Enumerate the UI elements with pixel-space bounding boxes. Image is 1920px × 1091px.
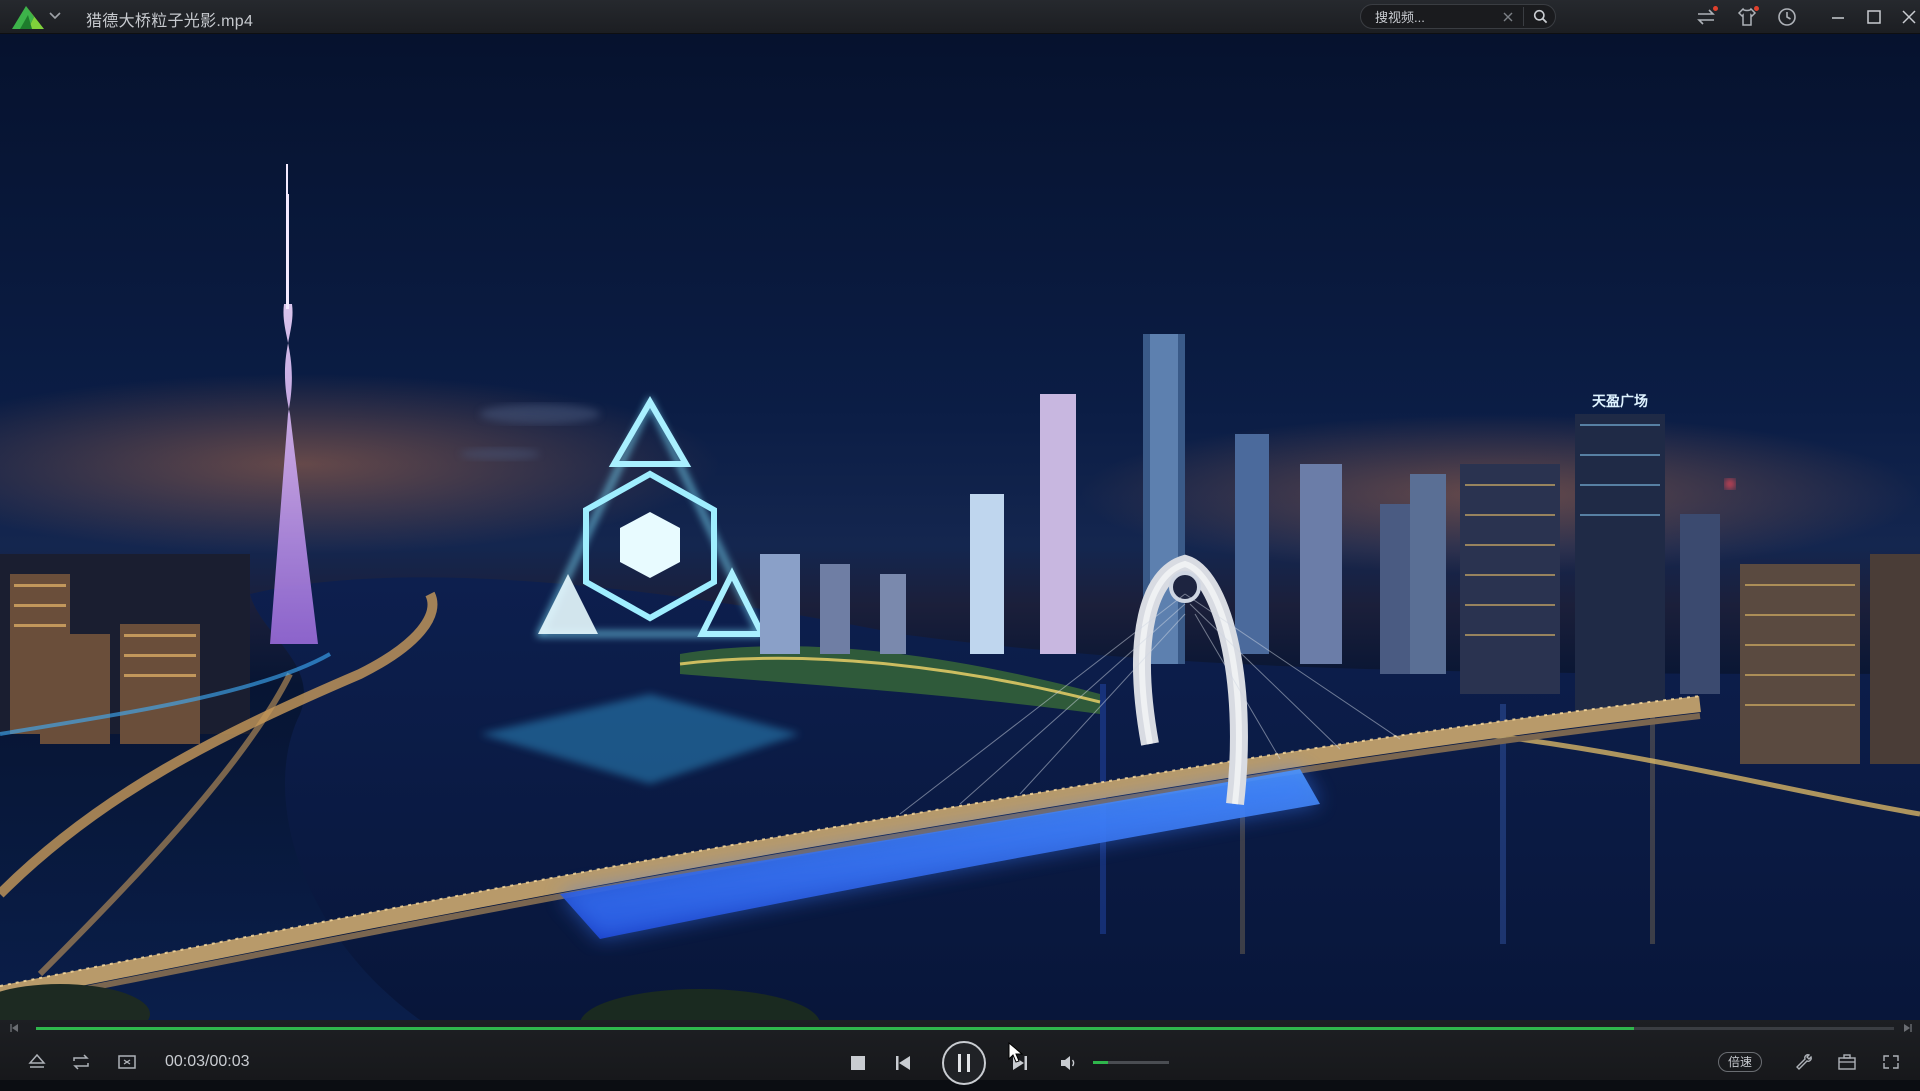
close-icon[interactable] <box>1898 6 1920 28</box>
caret-left-icon[interactable] <box>8 1021 22 1035</box>
maximize-icon[interactable] <box>1863 6 1885 28</box>
eject-icon[interactable] <box>26 1052 48 1077</box>
stop-icon[interactable] <box>848 1053 868 1078</box>
minimize-icon[interactable] <box>1827 6 1849 28</box>
toolbox-icon[interactable] <box>1836 1052 1858 1077</box>
mouse-cursor-icon <box>1008 1041 1024 1069</box>
time-display: 00:03/00:03 <box>165 1053 250 1070</box>
repeat-icon[interactable] <box>70 1052 92 1077</box>
volume-slider[interactable] <box>1093 1061 1169 1064</box>
fullscreen-icon[interactable] <box>1880 1052 1902 1077</box>
building-sign: 天盈广场 <box>1592 393 1648 410</box>
search-button[interactable] <box>1523 7 1553 26</box>
window-title: 猎德大桥粒子光影.mp4 <box>86 13 254 30</box>
search-box[interactable] <box>1360 4 1556 29</box>
screenshot-icon[interactable] <box>116 1052 138 1077</box>
search-icon <box>1533 9 1548 24</box>
notification-dot <box>1713 6 1718 11</box>
clear-icon[interactable] <box>1501 10 1515 24</box>
history-icon[interactable] <box>1776 6 1798 28</box>
progress-fill <box>36 1027 1634 1030</box>
video-frame[interactable]: 天盈广场 <box>0 34 1920 1020</box>
volume-icon[interactable] <box>1058 1053 1078 1078</box>
progress-bar[interactable] <box>36 1027 1894 1030</box>
pause-button[interactable] <box>941 1040 987 1091</box>
pause-icon <box>942 1041 986 1085</box>
previous-icon[interactable] <box>893 1053 913 1078</box>
caret-right-icon[interactable] <box>1900 1021 1914 1035</box>
title-bar: 猎德大桥粒子光影.mp4 <box>0 0 1920 34</box>
swap-icon[interactable] <box>1695 6 1718 28</box>
speed-button[interactable]: 倍速 <box>1718 1052 1762 1072</box>
tools-icon[interactable] <box>1792 1052 1814 1077</box>
app-logo-icon[interactable] <box>10 3 46 31</box>
chevron-down-icon[interactable] <box>48 8 62 22</box>
search-input[interactable] <box>1375 8 1505 26</box>
volume-fill <box>1093 1061 1109 1064</box>
shirt-icon[interactable] <box>1736 6 1759 28</box>
notification-dot <box>1754 6 1759 11</box>
